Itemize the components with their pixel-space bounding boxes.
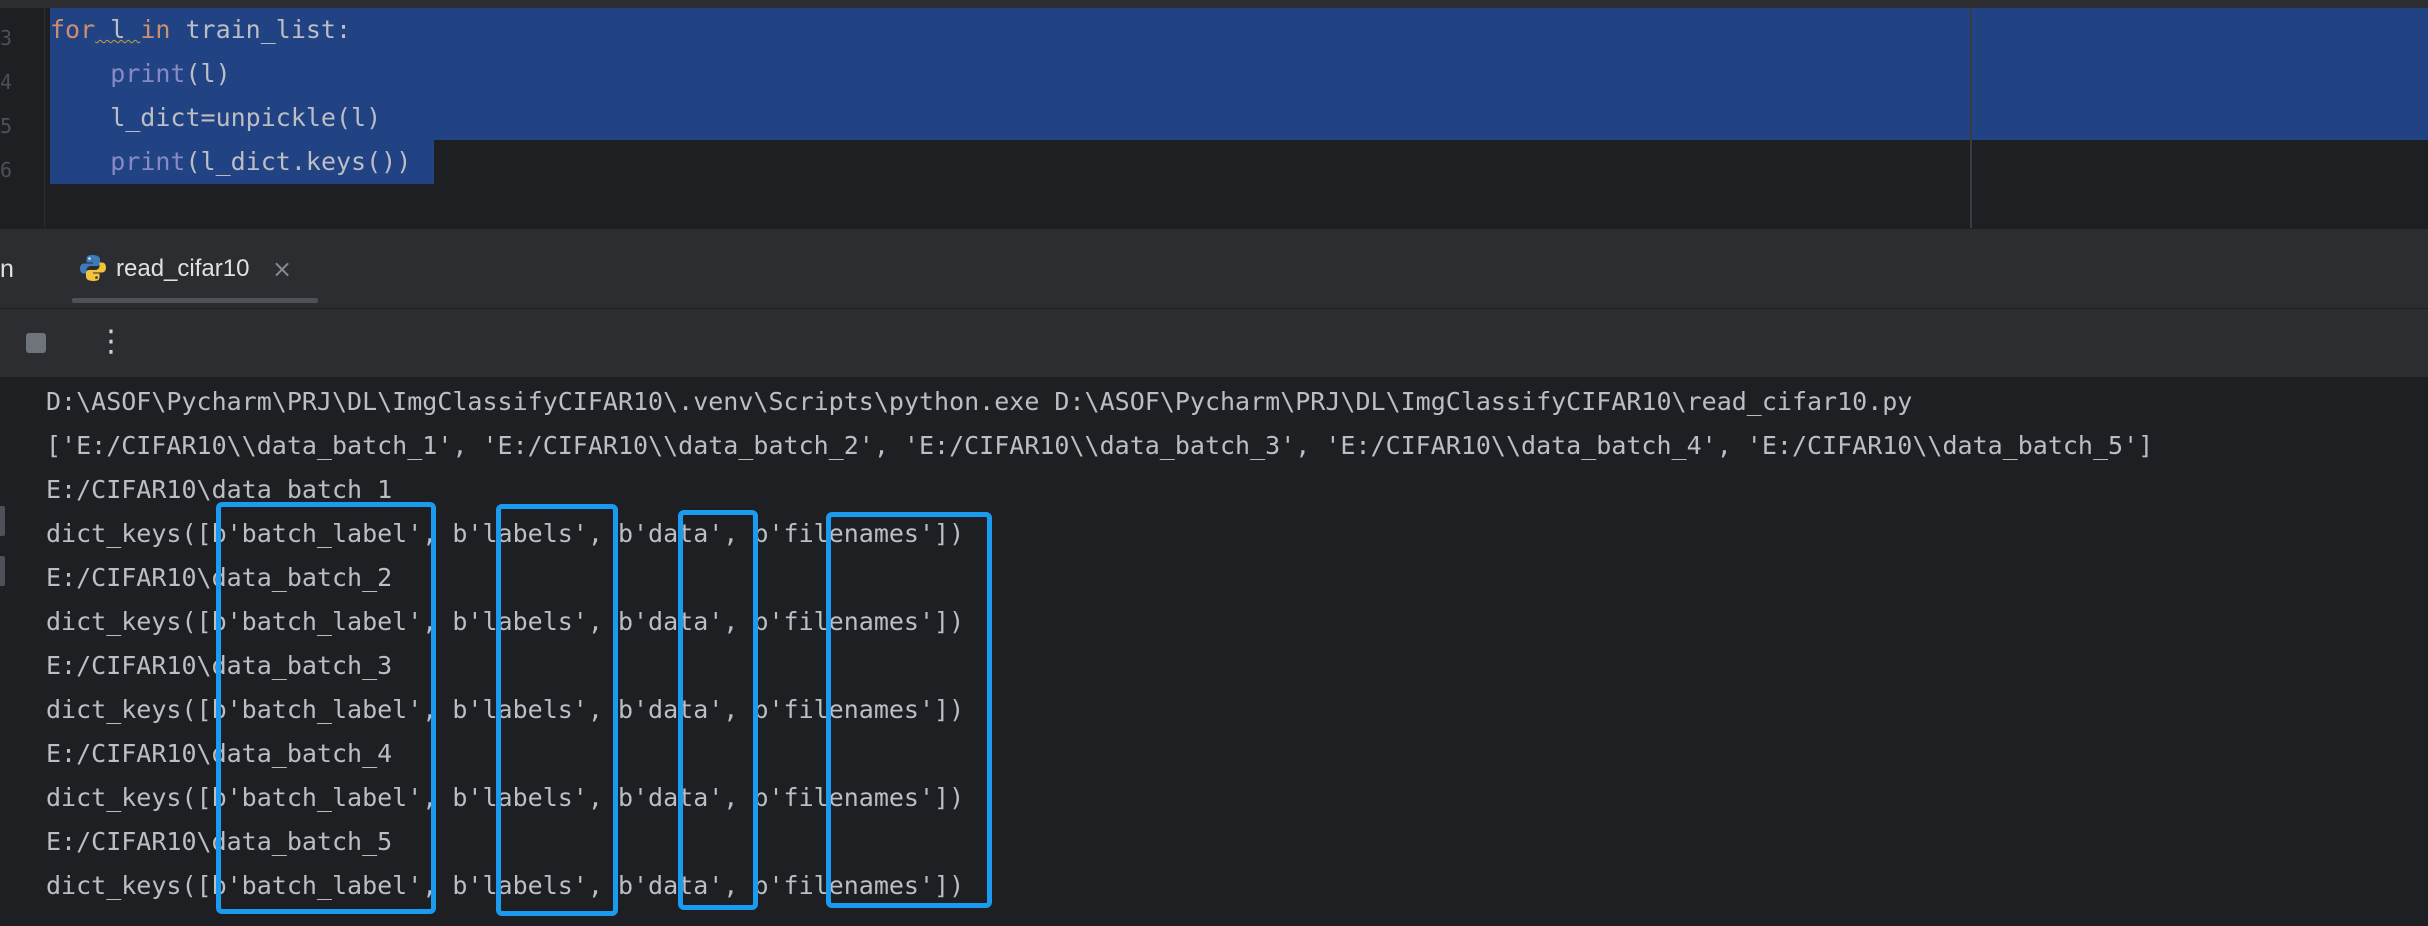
annotation-box-data	[678, 510, 758, 910]
run-tool-window-header: n read_cifar10 ×	[0, 228, 2428, 309]
selection-highlight	[50, 52, 2428, 96]
gutter-divider	[44, 8, 45, 228]
tab-read-cifar10[interactable]: read_cifar10 ×	[72, 229, 318, 309]
annotation-box-filenames	[826, 512, 992, 908]
builtin-print: print	[110, 59, 186, 88]
annotation-box-batch-label	[216, 502, 436, 914]
side-marker	[0, 506, 5, 536]
active-tab-indicator	[72, 298, 318, 303]
close-icon[interactable]: ×	[272, 229, 292, 309]
stop-icon[interactable]	[26, 333, 46, 353]
console-output[interactable]: D:\ASOF\Pycharm\PRJ\DL\ImgClassifyCIFAR1…	[0, 378, 2428, 926]
selection-highlight	[50, 8, 2428, 52]
code-line-for[interactable]: for l in train_list:	[50, 8, 351, 52]
code-line-unpickle[interactable]: l_dict=unpickle(l)	[50, 96, 381, 140]
selection-highlight	[50, 96, 2428, 140]
code-line-print-keys[interactable]: print(l_dict.keys())	[50, 140, 411, 184]
tab-label: read_cifar10	[116, 255, 250, 282]
line-number: 6	[0, 158, 13, 182]
builtin-print: print	[110, 147, 186, 176]
code-text: (l_dict.keys())	[185, 147, 412, 176]
line-number: 5	[0, 114, 13, 138]
line-number: 3	[0, 26, 13, 50]
code-text: (l)	[185, 59, 231, 88]
annotation-box-labels	[496, 504, 618, 916]
code-line-print[interactable]: print(l)	[50, 52, 231, 96]
console-line: ['E:/CIFAR10\\data_batch_1', 'E:/CIFAR10…	[46, 431, 2154, 460]
keyword-in: in	[140, 15, 171, 44]
python-icon	[80, 255, 106, 281]
side-marker	[0, 556, 5, 586]
console-line: D:\ASOF\Pycharm\PRJ\DL\ImgClassifyCIFAR1…	[46, 387, 1913, 416]
line-number-gutter: 3 4 5 6	[0, 8, 44, 228]
line-number: 4	[0, 70, 13, 94]
keyword-for: for	[50, 15, 96, 44]
run-window-title: n	[0, 255, 14, 283]
editor-top-strip	[0, 0, 2428, 8]
run-toolbar: ⋮	[0, 308, 2428, 378]
code-editor[interactable]: 3 4 5 6 for l in train_list: print(l) l_…	[0, 0, 2428, 228]
right-margin-guide	[1970, 8, 1972, 228]
more-options-icon[interactable]: ⋮	[96, 319, 126, 365]
loop-variable: l	[95, 15, 141, 44]
code-text: train_list:	[170, 15, 352, 44]
